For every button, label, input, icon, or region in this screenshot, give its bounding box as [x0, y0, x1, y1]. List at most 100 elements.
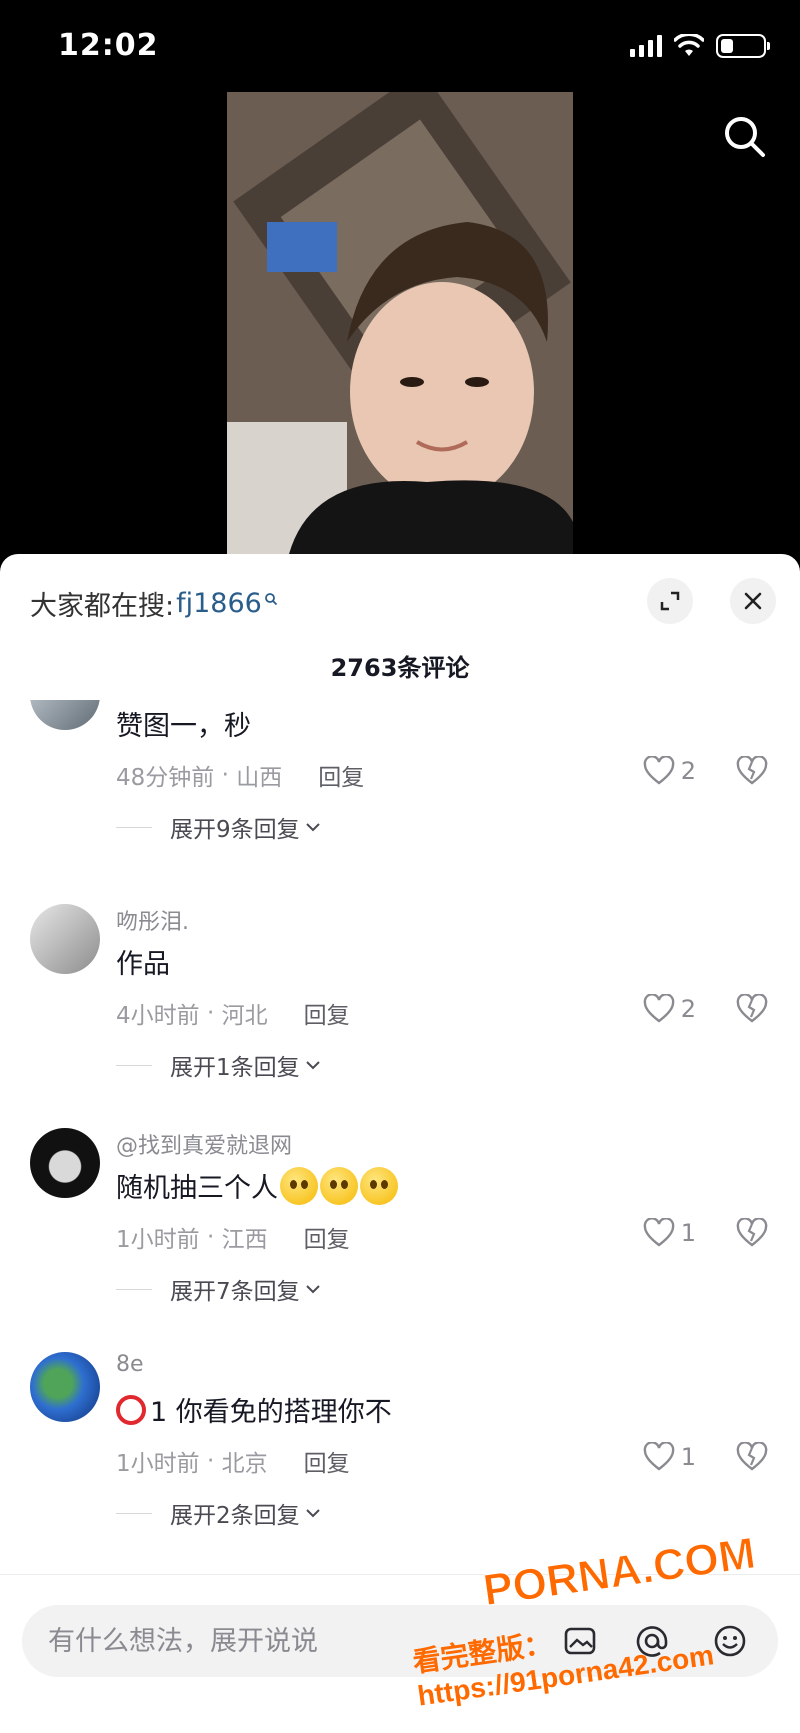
reply-button[interactable]: 回复: [304, 1220, 350, 1254]
comment-time: 1小时前: [116, 1451, 200, 1477]
comment-text-content: 随机抽三个人: [116, 1173, 278, 1204]
avatar[interactable]: [30, 1128, 100, 1198]
expand-button[interactable]: [647, 578, 693, 624]
status-bar: 12:02: [0, 0, 800, 92]
reply-button[interactable]: 回复: [304, 996, 350, 1030]
emoji-icon: [360, 1166, 398, 1205]
heart-icon: [643, 1218, 675, 1247]
meta-separator: ·: [199, 1448, 222, 1474]
comment-meta: 48分钟前 · 山西 回复: [116, 758, 364, 792]
broken-heart-icon: [736, 993, 768, 1023]
comment-item: 8e 1 你看免的搭理你不 1小时前 · 北京 回复 1 展开2条回复: [0, 1348, 800, 1568]
close-icon: [744, 592, 762, 610]
avatar[interactable]: [30, 1352, 100, 1422]
emoji-icon: [714, 1625, 746, 1657]
comment-time: 1小时前: [116, 1227, 200, 1253]
cellular-signal-icon: [630, 35, 662, 57]
search-icon: [264, 592, 277, 605]
like-button[interactable]: 2: [643, 756, 696, 786]
like-button[interactable]: 2: [643, 994, 696, 1024]
comment-text-content: 作品: [116, 949, 170, 980]
comment-text-content: 赞图一，秒: [116, 711, 251, 742]
chevron-down-icon: [305, 1061, 320, 1070]
heart-icon: [643, 1442, 675, 1471]
meta-separator: ·: [214, 762, 237, 788]
dislike-button[interactable]: [736, 1441, 768, 1476]
comment-text: 随机抽三个人: [116, 1166, 398, 1205]
comment-list[interactable]: 赞图一，秒 48分钟前 · 山西 回复 2 展开9条回复 吻彤泪. 作品 4小时…: [0, 700, 800, 1622]
comment-count: 2763条评论: [330, 654, 470, 682]
divider: [116, 826, 152, 828]
expand-replies-label: 展开9条回复: [170, 817, 300, 843]
comment-item: 赞图一，秒 48分钟前 · 山西 回复 2 展开9条回复: [0, 700, 800, 920]
comment-text: 作品: [116, 942, 170, 981]
avatar[interactable]: [30, 700, 100, 730]
search-icon: [725, 117, 765, 157]
meta-separator: ·: [199, 1000, 222, 1026]
wifi-icon: [674, 34, 704, 56]
image-button[interactable]: [560, 1621, 600, 1661]
search-button[interactable]: [720, 112, 770, 162]
expand-replies-button[interactable]: 展开9条回复: [116, 810, 322, 844]
divider: [116, 1064, 152, 1066]
comment-time: 4小时前: [116, 1003, 200, 1029]
video-image: [227, 92, 573, 562]
trending-search[interactable]: 大家都在搜: fj1866: [30, 584, 278, 623]
comment-meta: 4小时前 · 河北 回复: [116, 996, 350, 1030]
comment-item: @找到真爱就退网 随机抽三个人 1小时前 · 江西 回复 1 展开7条回复: [0, 1124, 800, 1344]
heart-icon: [643, 994, 675, 1023]
like-count: 1: [680, 1219, 696, 1247]
comment-text: 1 你看免的搭理你不: [116, 1390, 392, 1429]
close-button[interactable]: [730, 578, 776, 624]
trending-term[interactable]: fj1866: [176, 588, 262, 619]
broken-heart-icon: [736, 1441, 768, 1471]
like-count: 2: [680, 757, 696, 785]
expand-replies-button[interactable]: 展开7条回复: [116, 1272, 322, 1306]
dislike-button[interactable]: [736, 1217, 768, 1252]
chevron-down-icon: [305, 823, 320, 832]
dislike-button[interactable]: [736, 993, 768, 1028]
expand-replies-button[interactable]: 展开2条回复: [116, 1496, 322, 1530]
comment-text: 赞图一，秒: [116, 704, 251, 743]
chevron-down-icon: [305, 1285, 320, 1294]
reply-button[interactable]: 回复: [304, 1444, 350, 1478]
expand-replies-button[interactable]: 展开1条回复: [116, 1048, 322, 1082]
comment-item: 吻彤泪. 作品 4小时前 · 河北 回复 2 展开1条回复: [0, 900, 800, 1120]
like-count: 2: [680, 995, 696, 1023]
avatar[interactable]: [30, 904, 100, 974]
expand-replies-label: 展开1条回复: [170, 1055, 300, 1081]
expand-replies-label: 展开2条回复: [170, 1503, 300, 1529]
trending-label: 大家都在搜:: [30, 591, 175, 622]
broken-heart-icon: [736, 1217, 768, 1247]
comment-location: 江西: [221, 1227, 268, 1253]
heart-icon: [643, 756, 675, 785]
comment-meta: 1小时前 · 江西 回复: [116, 1220, 350, 1254]
meta-separator: ·: [199, 1224, 222, 1250]
comment-input-bar: [0, 1574, 800, 1733]
username[interactable]: @找到真爱就退网: [116, 1128, 292, 1160]
chevron-down-icon: [305, 1509, 320, 1518]
username[interactable]: 8e: [116, 1352, 144, 1377]
username[interactable]: 吻彤泪.: [116, 904, 189, 936]
comment-text-content: 1 你看免的搭理你不: [150, 1397, 392, 1428]
dislike-button[interactable]: [736, 755, 768, 790]
comment-time: 48分钟前: [116, 765, 215, 791]
video-area[interactable]: [0, 92, 800, 562]
battery-icon: [716, 34, 770, 58]
video-thumbnail[interactable]: [227, 92, 573, 562]
reply-button[interactable]: 回复: [318, 758, 364, 792]
expand-icon: [660, 591, 680, 611]
emoji-icon: [280, 1166, 318, 1205]
like-button[interactable]: 1: [643, 1218, 696, 1248]
comment-location: 山西: [236, 765, 283, 791]
like-button[interactable]: 1: [643, 1442, 696, 1472]
at-icon: [636, 1626, 668, 1657]
emoji-button[interactable]: [710, 1621, 750, 1661]
divider: [116, 1288, 152, 1290]
status-icons: [630, 34, 770, 58]
hollow-circle-emoji-icon: [116, 1394, 146, 1425]
status-time: 12:02: [58, 28, 159, 63]
comment-location: 北京: [221, 1451, 268, 1477]
mention-button[interactable]: [632, 1621, 672, 1661]
emoji-icon: [320, 1166, 358, 1205]
